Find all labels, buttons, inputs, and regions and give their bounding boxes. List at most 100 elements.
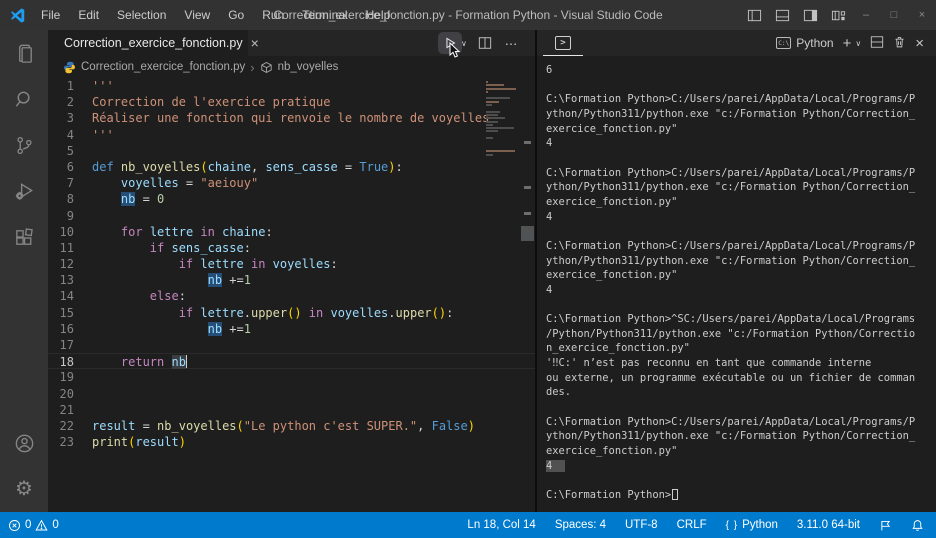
split-terminal-icon[interactable] xyxy=(870,35,884,52)
code-line-8[interactable]: 8 nb = 0 xyxy=(48,191,535,207)
code-line-2[interactable]: 2 Correction de l'exercice pratique xyxy=(48,94,535,110)
code-line-11[interactable]: 11 if sens_casse: xyxy=(48,240,535,256)
encoding[interactable]: UTF-8 xyxy=(623,519,660,531)
python-file-icon xyxy=(64,61,75,73)
code-line-18[interactable]: 18 return nb xyxy=(48,353,535,370)
scrollbar-slider[interactable] xyxy=(521,226,534,241)
breadcrumb-symbol[interactable]: nb_voyelles xyxy=(278,61,339,73)
code-line-9[interactable]: 9 xyxy=(48,208,535,224)
minimize-button[interactable]: – xyxy=(852,0,880,30)
code-line-22[interactable]: 22 result = nb_voyelles("Le python c'est … xyxy=(48,418,535,434)
code-line-13[interactable]: 13 nb +=1 xyxy=(48,272,535,288)
code-line-5[interactable]: 5 xyxy=(48,143,535,159)
window-title: Correction_exercice_fonction.py - Format… xyxy=(273,8,663,22)
run-python-file-button[interactable] xyxy=(438,32,462,58)
restore-button[interactable]: □ xyxy=(880,0,908,30)
menu-edit[interactable]: Edit xyxy=(69,0,108,30)
tab-close-icon[interactable]: × xyxy=(249,36,261,50)
line-number: 3 xyxy=(66,111,74,126)
line-number: 18 xyxy=(59,355,74,370)
code-line-15[interactable]: 15 if lettre.upper() in voyelles.upper()… xyxy=(48,305,535,321)
split-editor-icon[interactable] xyxy=(473,32,497,54)
indentation[interactable]: Spaces: 4 xyxy=(553,519,608,531)
terminal-content[interactable]: 6 C:\Formation Python>C:/Users/parei/App… xyxy=(537,56,936,512)
toggle-panel-icon[interactable] xyxy=(768,0,796,30)
language-braces-icon: { } xyxy=(725,519,739,531)
line-number: 12 xyxy=(59,257,74,272)
run-dropdown-chevron-icon[interactable]: ∨ xyxy=(461,39,471,48)
symbol-method-icon xyxy=(260,61,272,73)
search-icon[interactable] xyxy=(0,76,48,122)
toggle-secondary-sidebar-icon[interactable] xyxy=(796,0,824,30)
line-number: 19 xyxy=(59,370,74,385)
panel-header: > C:\ Python + ∨ × xyxy=(537,30,936,56)
explorer-icon[interactable] xyxy=(0,30,48,76)
problems-status[interactable]: 0 0 xyxy=(8,519,59,532)
code-line-6[interactable]: 6 def nb_voyelles(chaine, sens_casse = Tr… xyxy=(48,159,535,175)
menu-view[interactable]: View xyxy=(175,0,219,30)
terminal-line: C:\Formation Python> xyxy=(546,488,936,503)
notifications-bell-icon[interactable] xyxy=(909,519,926,532)
new-terminal-icon[interactable]: + xyxy=(843,35,852,52)
language-mode[interactable]: { } Python xyxy=(724,519,780,531)
terminal-dropdown-chevron-icon[interactable]: ∨ xyxy=(855,39,861,48)
tab-correction-exercice-fonction[interactable]: Correction_exercice_fonction.py × xyxy=(48,30,259,56)
run-debug-icon[interactable] xyxy=(0,168,48,214)
menu-go[interactable]: Go xyxy=(219,0,253,30)
feedback-icon[interactable] xyxy=(877,519,894,532)
close-panel-icon[interactable]: × xyxy=(915,35,924,52)
terminal-actions: C:\ Python + ∨ × xyxy=(776,35,936,52)
terminal-instance-label[interactable]: C:\ Python xyxy=(776,36,834,50)
code-line-19[interactable]: 19 xyxy=(48,369,535,385)
line-number: 6 xyxy=(66,159,74,174)
terminal-line: ou externe, un programme exécutable ou u… xyxy=(546,371,916,384)
menu-selection[interactable]: Selection xyxy=(108,0,175,30)
code-line-12[interactable]: 12 if lettre in voyelles: xyxy=(48,256,535,272)
code-line-16[interactable]: 16 nb +=1 xyxy=(48,321,535,337)
code-line-10[interactable]: 10 for lettre in chaine: xyxy=(48,224,535,240)
line-number: 16 xyxy=(59,321,74,336)
menu-file[interactable]: File xyxy=(32,0,69,30)
code-line-1[interactable]: 1 ''' xyxy=(48,78,535,94)
code-line-4[interactable]: 4 ''' xyxy=(48,127,535,143)
tab-terminal[interactable]: > xyxy=(543,30,583,56)
line-number: 5 xyxy=(66,143,74,158)
title-bar: File Edit Selection View Go Run Terminal Help C… xyxy=(0,0,936,30)
python-interpreter[interactable]: 3.11.0 64-bit xyxy=(795,519,862,531)
line-number: 11 xyxy=(59,240,74,255)
extensions-icon[interactable] xyxy=(0,214,48,260)
vscode-logo-icon xyxy=(10,7,25,23)
mouse-cursor xyxy=(449,42,461,58)
main-area: ⚙ Correction_exercice_fonction.py × ∨ ⋯ … xyxy=(0,30,936,512)
close-window-button[interactable]: × xyxy=(908,0,936,30)
customize-layout-icon[interactable] xyxy=(824,0,852,30)
terminal-line: 4 xyxy=(546,283,553,296)
breadcrumb-file[interactable]: Correction_exercice_fonction.py xyxy=(81,61,245,73)
minimap[interactable] xyxy=(486,81,518,157)
more-actions-icon[interactable]: ⋯ xyxy=(499,32,523,54)
kill-terminal-icon[interactable] xyxy=(893,35,906,52)
tab-bar: Correction_exercice_fonction.py × ∨ ⋯ xyxy=(48,30,535,58)
code-editor[interactable]: 1 ''' 2 Correction de l'exercice pratique 3 R… xyxy=(48,78,535,512)
code-line-7[interactable]: 7 voyelles = "aeiouy" xyxy=(48,175,535,191)
code-line-17[interactable]: 17 xyxy=(48,337,535,353)
line-number: 21 xyxy=(59,402,74,417)
code-line-3[interactable]: 3 Réaliser une fonction qui renvoie le no… xyxy=(48,110,535,126)
terminal-line: ython/Python311/python.exe "c:/Formation… xyxy=(546,430,916,443)
settings-gear-icon[interactable]: ⚙ xyxy=(0,466,48,512)
toggle-sidebar-icon[interactable] xyxy=(740,0,768,30)
code-line-21[interactable]: 21 xyxy=(48,402,535,418)
terminal-line: /Python/Python311/python.exe "c:/Formati… xyxy=(546,327,916,340)
source-control-icon[interactable] xyxy=(0,122,48,168)
terminal-line: C:\Formation Python>C:/Users/parei/AppDa… xyxy=(546,415,916,428)
code-line-20[interactable]: 20 xyxy=(48,386,535,402)
terminal-line: ython/Python311/python.exe "c:/Formation… xyxy=(546,254,916,267)
cursor-position[interactable]: Ln 18, Col 14 xyxy=(465,519,537,531)
code-line-14[interactable]: 14 else: xyxy=(48,288,535,304)
terminal-line: exercice_fonction.py" xyxy=(546,195,678,208)
code-line-23[interactable]: 23 print(result) xyxy=(48,434,535,450)
eol-sequence[interactable]: CRLF xyxy=(675,519,709,531)
account-icon[interactable] xyxy=(0,420,48,466)
